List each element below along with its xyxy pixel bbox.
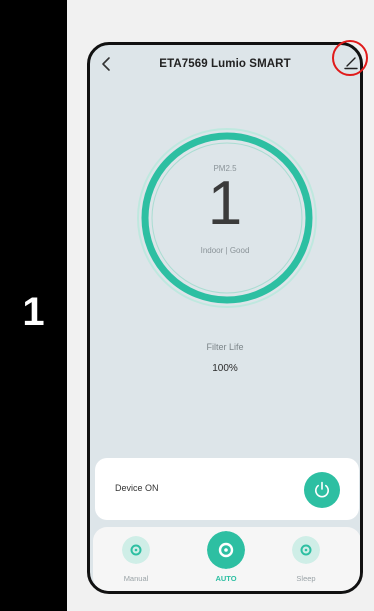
device-status-label: Device ON [115,483,159,493]
fan-icon [292,536,320,564]
power-button[interactable] [304,472,340,508]
fan-icon [122,536,150,564]
step-number: 1 [22,290,45,334]
air-quality-status: Indoor | Good [200,246,250,255]
fan-icon [207,531,245,569]
edit-highlight-circle [332,40,368,76]
filter-life-label: Filter Life [206,342,244,352]
step-panel: 1 [0,0,67,611]
device-title: ETA7569 Lumio SMART [159,58,291,70]
mode-auto-label: AUTO [215,574,237,583]
power-icon [315,481,329,498]
mode-selector: Manual AUTO Sleep [93,527,360,591]
mode-manual-label: Manual [123,574,149,583]
device-power-card: Device ON [95,458,359,520]
mode-sleep-label: Sleep [296,574,316,583]
filter-life-value: 100% [212,363,238,374]
pm25-value: 1 [207,169,243,238]
chevron-left-icon[interactable] [98,55,114,73]
phone-screen: ETA7569 Lumio SMART PM2.5 1 Indoor | Goo… [87,42,363,594]
app-header: ETA7569 Lumio SMART [90,45,360,85]
